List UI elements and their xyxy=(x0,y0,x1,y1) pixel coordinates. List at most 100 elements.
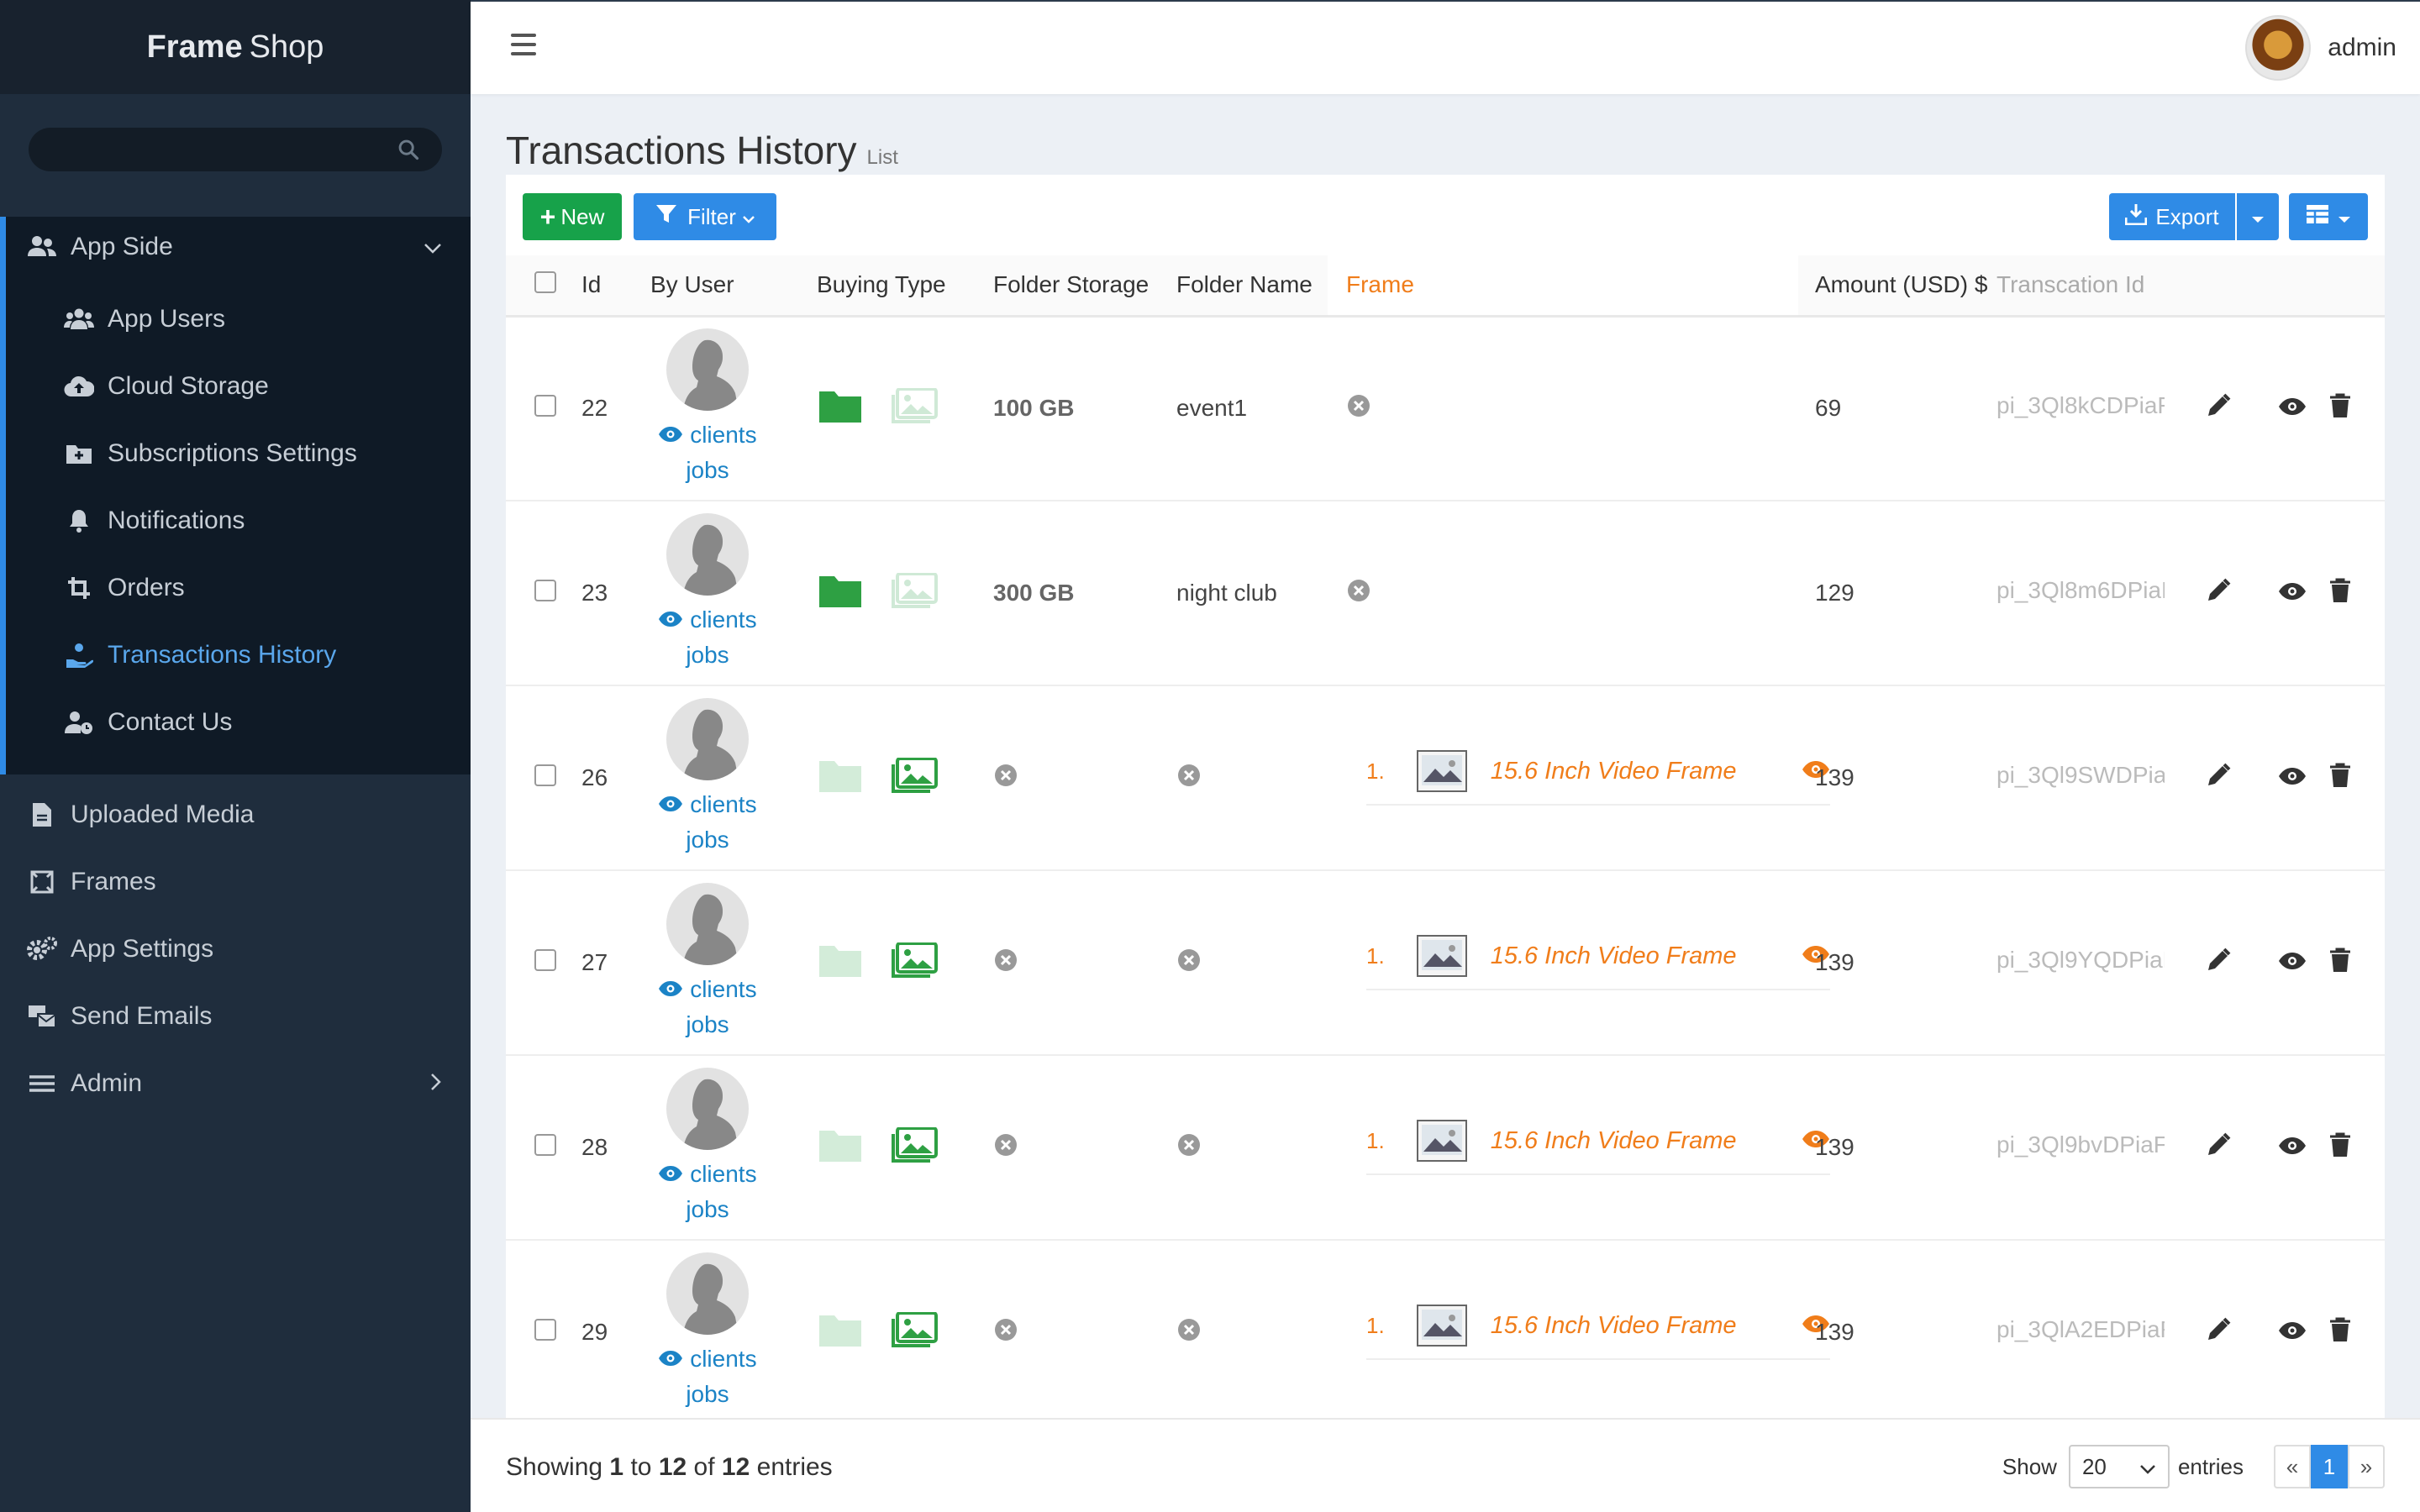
clients-jobs-link[interactable]: clients jobs xyxy=(658,602,757,673)
sidebar-item-subscriptions-settings[interactable]: Subscriptions Settings xyxy=(0,420,471,487)
eye-icon[interactable] xyxy=(2278,580,2307,606)
sidebar-search-input[interactable] xyxy=(29,128,442,171)
col-header-folder-name[interactable]: Folder Name xyxy=(1158,255,1328,318)
clients-jobs-link[interactable]: clients jobs xyxy=(658,787,757,858)
clients-jobs-link[interactable]: clients jobs xyxy=(658,972,757,1042)
frame-name-link[interactable]: 15.6 Inch Video Frame xyxy=(1491,758,1802,785)
clients-jobs-link[interactable]: clients jobs xyxy=(658,1341,757,1412)
avatar[interactable] xyxy=(666,698,749,780)
next-page-button[interactable]: » xyxy=(2348,1445,2385,1488)
trash-icon[interactable] xyxy=(2329,1317,2351,1348)
eye-icon[interactable] xyxy=(2278,1134,2307,1161)
frame-name-link[interactable]: 15.6 Inch Video Frame xyxy=(1491,1312,1802,1340)
filter-button[interactable]: Filter xyxy=(634,193,776,240)
sidebar-item-uploaded-media[interactable]: Uploaded Media xyxy=(0,781,471,848)
brand-logo[interactable]: Frame Shop xyxy=(0,0,471,94)
user-cell: clients jobs xyxy=(640,685,805,871)
page-size-select[interactable]: 20 xyxy=(2068,1445,2170,1488)
avatar[interactable] xyxy=(666,1068,749,1150)
edit-cell xyxy=(2181,1055,2255,1241)
select-all-cell xyxy=(506,255,566,318)
sidebar-item-frames[interactable]: Frames xyxy=(0,848,471,916)
sidebar-item-notifications[interactable]: Notifications xyxy=(0,487,471,554)
col-header-by-user[interactable]: By User xyxy=(640,255,805,318)
jobs-link-text: jobs xyxy=(686,1196,729,1222)
pencil-icon[interactable] xyxy=(2206,1317,2231,1348)
pencil-icon[interactable] xyxy=(2206,948,2231,979)
eye-icon[interactable] xyxy=(2278,764,2307,791)
id-cell: 29 xyxy=(566,1240,640,1418)
sidebar-item-transactions-history[interactable]: Transactions History xyxy=(0,622,471,689)
sidebar-item-contact-us[interactable]: Contact Us xyxy=(0,689,471,756)
select-all-checkbox[interactable] xyxy=(534,270,556,293)
row-checkbox[interactable] xyxy=(534,1318,556,1341)
table-row[interactable]: 28 clients jobs 1. 15.6 Inch Video Frame 139… xyxy=(506,1055,2385,1241)
pencil-icon[interactable] xyxy=(2206,393,2231,424)
trash-icon[interactable] xyxy=(2329,763,2351,794)
frame-name-link[interactable]: 15.6 Inch Video Frame xyxy=(1491,942,1802,970)
menu-toggle-icon[interactable] xyxy=(511,34,536,61)
eye-icon[interactable] xyxy=(2278,949,2307,976)
pencil-icon[interactable] xyxy=(2206,763,2231,794)
sidebar-item-app-users[interactable]: App Users xyxy=(0,286,471,353)
col-header-amount[interactable]: Amount (USD) $ xyxy=(1798,255,1996,318)
trash-icon[interactable] xyxy=(2329,578,2351,609)
trash-icon[interactable] xyxy=(2329,393,2351,424)
avatar[interactable] xyxy=(666,513,749,596)
trash-icon[interactable] xyxy=(2329,948,2351,979)
sidebar-item-app-settings[interactable]: App Settings xyxy=(0,916,471,983)
row-checkbox[interactable] xyxy=(534,579,556,601)
empty-value-icon xyxy=(993,1318,1018,1347)
frame-name-link[interactable]: 15.6 Inch Video Frame xyxy=(1491,1127,1802,1155)
clients-jobs-link[interactable]: clients jobs xyxy=(658,1157,757,1227)
avatar[interactable] xyxy=(666,883,749,965)
frame-cell: 1. 15.6 Inch Video Frame xyxy=(1328,1240,1830,1418)
row-checkbox[interactable] xyxy=(534,1133,556,1156)
amount-cell: 129 xyxy=(1798,501,1996,686)
clients-jobs-link[interactable]: clients jobs xyxy=(658,417,757,488)
table-row[interactable]: 29 clients jobs 1. 15.6 Inch Video Frame 139… xyxy=(506,1240,2385,1418)
transaction-id-cell: pi_3Ql9YQDPiaF xyxy=(1996,870,2181,1056)
col-header-folder-storage[interactable]: Folder Storage xyxy=(975,255,1158,318)
eye-icon[interactable] xyxy=(2278,395,2307,422)
pencil-icon[interactable] xyxy=(2206,578,2231,609)
col-header-transaction-id[interactable]: Transcation Id xyxy=(1996,255,2181,318)
table-row[interactable]: 23 clients jobs 300 GB night club 129 pi_3Ql8… xyxy=(506,501,2385,686)
sidebar-item-orders[interactable]: Orders xyxy=(0,554,471,622)
pencil-icon[interactable] xyxy=(2206,1132,2231,1163)
row-checkbox[interactable] xyxy=(534,948,556,971)
page-1-button[interactable]: 1 xyxy=(2311,1445,2348,1488)
new-button[interactable]: + New xyxy=(523,193,622,240)
table-row[interactable]: 22 clients jobs 100 GB event1 69 pi_3Ql8kCDPi… xyxy=(506,316,2385,501)
trash-icon[interactable] xyxy=(2329,1132,2351,1163)
prev-page-button[interactable]: « xyxy=(2274,1445,2311,1488)
row-checkbox[interactable] xyxy=(534,764,556,786)
export-dropdown-button[interactable] xyxy=(2237,193,2279,240)
sidebar-item-label: Subscriptions Settings xyxy=(108,439,357,467)
sidebar-item-send-emails[interactable]: Send Emails xyxy=(0,983,471,1050)
sidebar-item-label: Orders xyxy=(108,574,185,601)
id-cell: 22 xyxy=(566,316,640,501)
table-row[interactable]: 26 clients jobs 1. 15.6 Inch Video Frame 139… xyxy=(506,685,2385,871)
eye-icon xyxy=(658,791,683,817)
eye-icon xyxy=(658,422,683,448)
export-button[interactable]: Export xyxy=(2109,193,2235,240)
sidebar-item-admin[interactable]: Admin xyxy=(0,1050,471,1117)
table-row[interactable]: 27 clients jobs 1. 15.6 Inch Video Frame 139… xyxy=(506,870,2385,1056)
view-cell xyxy=(2255,685,2329,871)
eye-icon[interactable] xyxy=(2278,1319,2307,1346)
avatar[interactable] xyxy=(666,328,749,412)
search-icon[interactable] xyxy=(397,138,420,165)
sidebar-item-app-side[interactable]: App Side xyxy=(0,213,471,281)
avatar[interactable] xyxy=(666,1252,749,1335)
sidebar-item-cloud-storage[interactable]: Cloud Storage xyxy=(0,353,471,420)
user-menu[interactable]: admin xyxy=(2245,15,2396,81)
buying-type-cell xyxy=(805,1240,975,1418)
row-select-cell xyxy=(506,870,566,1056)
columns-button[interactable] xyxy=(2289,193,2368,240)
col-header-buying-type[interactable]: Buying Type xyxy=(805,255,975,318)
col-header-id[interactable]: Id xyxy=(566,255,640,318)
amount-cell: 139 xyxy=(1798,1055,1996,1241)
row-checkbox[interactable] xyxy=(534,394,556,417)
col-header-frame[interactable]: Frame xyxy=(1328,255,1798,318)
